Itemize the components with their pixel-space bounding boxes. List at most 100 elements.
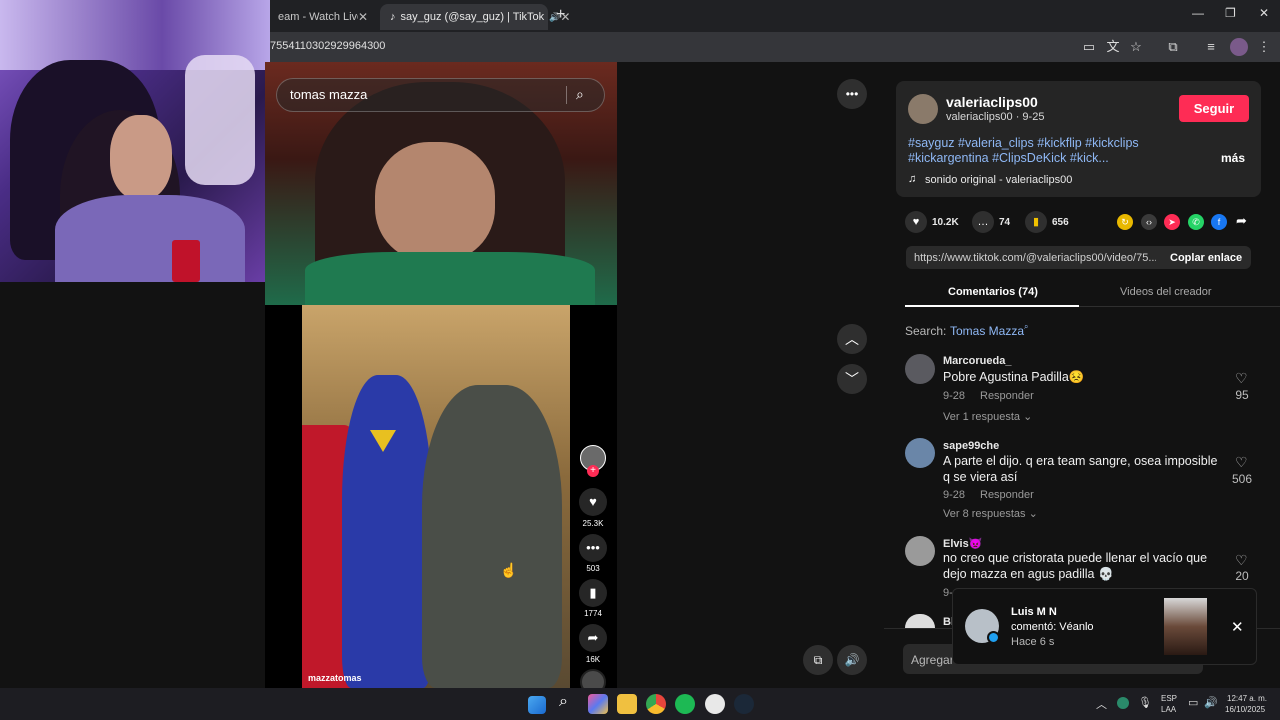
app-icon[interactable] — [705, 694, 725, 714]
post-handle-date: valeriaclips00 · 9-25 — [946, 111, 1045, 123]
profile-avatar[interactable] — [1230, 38, 1248, 56]
network-icon[interactable]: ▭ — [1188, 696, 1198, 709]
comment-text: no creo que cristorata puede llenar el v… — [943, 551, 1208, 581]
chrome-icon[interactable] — [646, 694, 666, 714]
reply-button[interactable]: Responder — [980, 489, 1034, 501]
commenter-name[interactable]: sape99che — [943, 440, 999, 452]
heart-icon[interactable]: ♥ — [579, 488, 607, 516]
search-icon[interactable]: ⌕ — [576, 86, 584, 103]
cast-icon[interactable]: ▭ — [1080, 38, 1098, 56]
translate-icon[interactable]: 文 — [1104, 38, 1122, 56]
bookmark-star-icon[interactable]: ☆ — [1127, 38, 1145, 56]
search-hint-term[interactable]: Tomas Mazza — [950, 324, 1024, 338]
notification-time: Hace 6 s — [1011, 636, 1055, 648]
comment-heart-icon[interactable]: ♡ — [1235, 370, 1248, 387]
commenter-avatar[interactable] — [905, 536, 935, 566]
verified-badge-icon — [987, 631, 1000, 644]
minimize-button[interactable]: — — [1192, 6, 1204, 20]
tab-comments[interactable]: Comentarios (74) — [948, 286, 1038, 298]
extensions-icon[interactable]: ⧉ — [1164, 38, 1182, 56]
menu-icon[interactable]: ⋮ — [1255, 38, 1273, 56]
notification-thumbnail[interactable] — [1164, 598, 1207, 655]
close-window-button[interactable]: ✕ — [1259, 6, 1269, 20]
post-author-avatar[interactable] — [908, 94, 938, 124]
more-options-icon[interactable]: ••• — [837, 79, 867, 109]
like-icon[interactable]: ♥ — [905, 211, 927, 233]
repost-icon[interactable]: ↻ — [1117, 214, 1133, 230]
comment-icon[interactable]: ••• — [579, 534, 607, 562]
tab-label: say_guz (@say_guz) | TikTok — [400, 11, 545, 23]
previous-video-button[interactable]: ︿ — [837, 324, 867, 354]
new-tab-button[interactable]: + — [556, 6, 565, 24]
music-note-icon: ♫ — [908, 173, 917, 185]
sound-name[interactable]: sonido original - valeriaclips00 — [925, 174, 1072, 186]
video-link[interactable]: https://www.tiktok.com/@valeriaclips00/v… — [914, 252, 1156, 264]
microphone-icon[interactable]: 🎙 — [1138, 696, 1152, 709]
facebook-icon[interactable]: f — [1211, 214, 1227, 230]
start-icon[interactable] — [528, 696, 546, 714]
language-indicator[interactable]: ESP — [1161, 694, 1177, 703]
bookmark-icon[interactable]: ▮ — [579, 579, 607, 607]
hashtags-line-2[interactable]: #kickargentina #ClipsDeKick #kick... — [908, 151, 1109, 165]
video-search-value: tomas mazza — [290, 87, 368, 102]
add-comment-placeholder: Agregar — [911, 653, 954, 667]
microphone — [172, 240, 200, 282]
volume-icon[interactable]: 🔊 — [837, 645, 867, 675]
more-button[interactable]: más — [1221, 151, 1245, 165]
tab-stream[interactable]: eam - Watch Live or ✕ — [268, 4, 378, 30]
file-explorer-icon[interactable] — [617, 694, 637, 714]
search-taskbar-icon[interactable]: ⌕ — [559, 693, 568, 711]
video-watermark: mazzatomas — [308, 673, 362, 683]
next-video-button[interactable]: ﹀ — [837, 364, 867, 394]
copilot-icon[interactable] — [588, 694, 608, 714]
view-replies-button[interactable]: Ver 1 respuesta ⌄ — [943, 410, 1032, 423]
comment-count: 74 — [999, 217, 1011, 228]
tray-app-icon[interactable] — [1117, 697, 1129, 709]
clock-date: 16/10/2025 — [1225, 705, 1266, 714]
follow-plus-icon[interactable]: + — [587, 465, 599, 477]
copy-link-button[interactable]: Coplar enlace — [1170, 252, 1242, 264]
person-face — [375, 142, 495, 262]
save-icon[interactable]: ▮ — [1025, 211, 1047, 233]
whatsapp-icon[interactable]: ✆ — [1188, 214, 1204, 230]
miniplayer-icon[interactable]: ⧉ — [803, 645, 833, 675]
tab-divider — [1079, 306, 1280, 307]
comment-bubble-icon[interactable]: … — [972, 211, 994, 233]
share-icon[interactable]: ➦ — [579, 624, 607, 652]
commenter-name[interactable]: Marcorueda_ — [943, 355, 1011, 367]
video-comment-count: 503 — [586, 564, 600, 573]
tab-close-icon[interactable]: ✕ — [358, 10, 368, 24]
tab-creator-videos[interactable]: Videos del creador — [1120, 286, 1212, 298]
restore-button[interactable]: ❐ — [1225, 6, 1236, 20]
view-replies-button[interactable]: Ver 8 respuestas ⌄ — [943, 507, 1038, 520]
comment-text: A parte el dijo. q era team sangre, osea… — [943, 454, 1218, 484]
search-hint-icon[interactable]: ⌕ — [1024, 322, 1028, 332]
embed-icon[interactable]: ‹› — [1141, 214, 1157, 230]
comment-date: 9-28 — [943, 390, 966, 402]
video-save-count: 1774 — [584, 609, 602, 618]
spotify-icon[interactable] — [675, 694, 695, 714]
follow-button[interactable]: Seguir — [1179, 95, 1249, 122]
active-tab-indicator — [905, 305, 1079, 307]
comment-heart-icon[interactable]: ♡ — [1235, 552, 1248, 569]
steam-icon[interactable] — [734, 694, 754, 714]
tab-tiktok[interactable]: ♪ say_guz (@say_guz) | TikTok 🔊 ✕ — [380, 4, 570, 30]
commenter-avatar[interactable] — [905, 354, 935, 384]
url-field[interactable]: 7554110302929964300 — [270, 40, 385, 52]
share-arrow-icon[interactable]: ➦ — [1236, 213, 1247, 229]
comment-heart-icon[interactable]: ♡ — [1235, 454, 1248, 471]
clock-time[interactable]: 12:47 a. m. — [1227, 694, 1267, 703]
streamer-shirt — [55, 195, 245, 282]
notification-action: comentó: Véanlo — [1011, 621, 1094, 633]
close-notification-icon[interactable]: ✕ — [1231, 618, 1244, 636]
speaker-tray-icon[interactable]: 🔊 — [1204, 696, 1218, 709]
media-control-icon[interactable]: ≡ — [1202, 38, 1220, 56]
hashtags-line-1[interactable]: #sayguz #valeria_clips #kickflip #kickcl… — [908, 136, 1139, 150]
send-icon[interactable]: ➤ — [1164, 214, 1180, 230]
post-username[interactable]: valeriaclips00 — [946, 94, 1038, 110]
language-layout: LAA — [1161, 705, 1177, 714]
commenter-avatar[interactable] — [905, 438, 935, 468]
tray-chevron-icon[interactable]: ︿ — [1096, 696, 1107, 712]
reply-button[interactable]: Responder — [980, 390, 1034, 402]
commenter-name[interactable]: Elvis👿 — [943, 537, 982, 550]
